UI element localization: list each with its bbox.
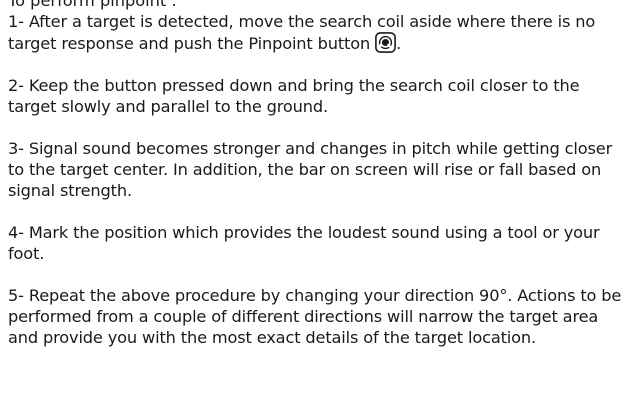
section-heading: To perform pinpoint : [8, 0, 177, 10]
step-1-text: 1- After a target is detected, move the … [8, 12, 596, 53]
step-5: 5- Repeat the above procedure by changin… [8, 286, 622, 347]
step-1-end: . [396, 34, 402, 53]
step-1: 1- After a target is detected, move the … [8, 11, 623, 54]
step-4: 4- Mark the position which provides the … [8, 223, 600, 263]
instructions-document: To perform pinpoint : 1- After a target … [8, 0, 623, 348]
step-3: 3- Signal sound becomes stronger and cha… [8, 139, 613, 200]
step-2: 2- Keep the button pressed down and brin… [8, 76, 580, 116]
pinpoint-button-icon [375, 32, 397, 53]
